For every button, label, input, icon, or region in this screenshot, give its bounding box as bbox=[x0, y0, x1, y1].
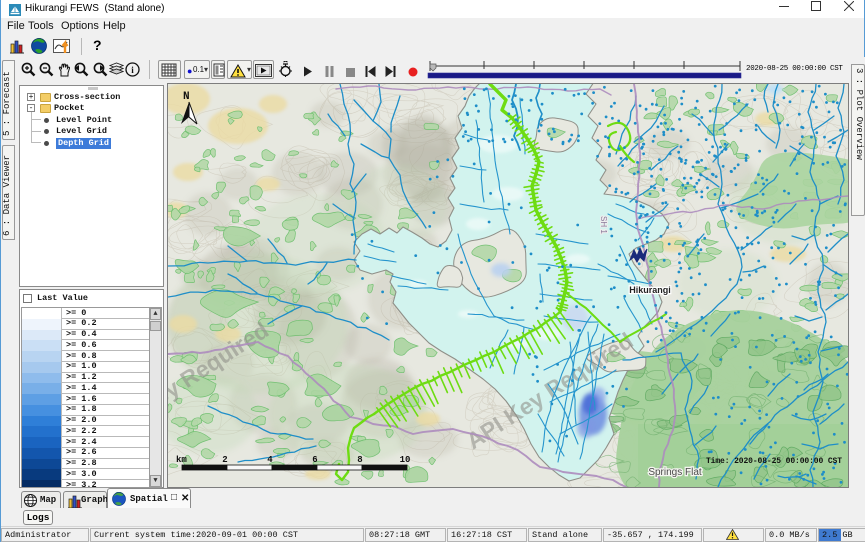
svg-text:km: km bbox=[176, 455, 187, 465]
svg-text:4: 4 bbox=[267, 455, 273, 465]
svg-text:Springs Flat: Springs Flat bbox=[648, 467, 702, 478]
svg-text:Hikurangi: Hikurangi bbox=[629, 285, 671, 295]
svg-text:i: i bbox=[131, 65, 134, 75]
svg-text:Time: 2020-08-25 00:00:00 CST: Time: 2020-08-25 00:00:00 CST bbox=[706, 457, 842, 466]
svg-text:8: 8 bbox=[357, 455, 362, 465]
svg-text:SH 1: SH 1 bbox=[599, 216, 608, 234]
svg-text:6: 6 bbox=[312, 455, 317, 465]
svg-text:N: N bbox=[183, 91, 190, 103]
svg-text:2: 2 bbox=[222, 455, 227, 465]
svg-text:10: 10 bbox=[400, 455, 411, 465]
